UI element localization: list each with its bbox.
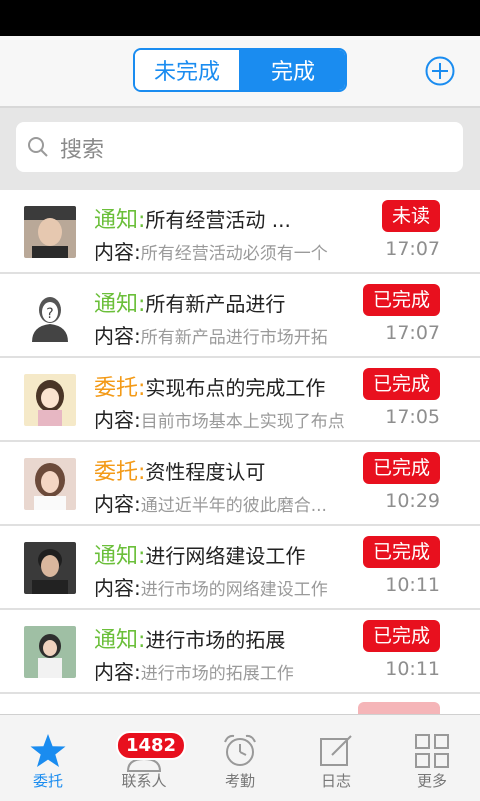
- content-label: 内容:: [94, 492, 141, 516]
- avatar: ?: [24, 290, 76, 342]
- avatar: [24, 374, 76, 426]
- header-bar: 未完成 完成: [0, 36, 480, 108]
- message-list: 通知:所有经营活动 ... 内容:所有经营活动必须有一个 未读 17:07 ? …: [0, 190, 480, 714]
- alarm-clock-icon: [224, 734, 256, 766]
- item-title: 实现布点的完成工作: [145, 376, 326, 400]
- search-input[interactable]: 搜索: [16, 122, 463, 172]
- list-item[interactable]: 通知:进行网络建设工作 内容:进行市场的网络建设工作 已完成 10:11: [0, 526, 480, 610]
- status-badge: 已完成: [362, 536, 440, 568]
- item-title: 所有经营活动 ...: [145, 208, 291, 232]
- item-kind: 通知:: [94, 208, 146, 233]
- status-bar: [0, 0, 480, 36]
- tab-contacts[interactable]: 1482 联系人: [96, 715, 192, 801]
- add-circle-icon[interactable]: [425, 56, 455, 86]
- avatar: [24, 626, 76, 678]
- item-time: 10:29: [385, 490, 440, 512]
- content-label: 内容:: [94, 660, 141, 684]
- item-content: 进行市场的拓展工作: [140, 664, 294, 684]
- search-area: 搜索: [0, 108, 480, 190]
- status-badge: 已完成: [362, 620, 440, 652]
- contacts-count-badge: 1482: [115, 731, 187, 760]
- tab-label: 日志: [320, 772, 351, 790]
- list-item[interactable]: 通知:进行市场的拓展 内容:进行市场的拓展工作 已完成 10:11: [0, 610, 480, 694]
- star-icon: [30, 734, 66, 767]
- content-label: 内容:: [94, 240, 141, 264]
- item-title: 所有新产品进行: [145, 292, 286, 316]
- bottom-tab-bar: 委托 1482 联系人 考勤 日志 更多: [0, 714, 480, 801]
- item-content: 目前市场基本上实现了布点: [140, 412, 345, 432]
- edit-icon: [320, 735, 352, 766]
- list-item[interactable]: 通知:所有经营活动 ... 内容:所有经营活动必须有一个 未读 17:07: [0, 190, 480, 274]
- tab-more[interactable]: 更多: [384, 715, 480, 801]
- status-segmented-control: 未完成 完成: [133, 48, 347, 92]
- tab-incomplete[interactable]: 未完成: [135, 50, 241, 90]
- item-title: 进行网络建设工作: [145, 544, 306, 568]
- item-content: 进行市场的网络建设工作: [140, 580, 328, 600]
- content-label: 内容:: [94, 324, 141, 348]
- search-placeholder: 搜索: [60, 138, 105, 163]
- default-person-icon: ?: [24, 290, 76, 342]
- avatar: [24, 542, 76, 594]
- item-kind: 通知:: [94, 628, 146, 653]
- tab-label: 考勤: [224, 772, 255, 790]
- item-title: 资性程度认可: [145, 460, 266, 484]
- item-time: 17:05: [385, 406, 440, 428]
- avatar: [24, 206, 76, 258]
- tab-label: 更多: [416, 772, 447, 790]
- item-title: 进行市场的拓展: [145, 628, 286, 652]
- item-kind: 通知:: [94, 292, 146, 317]
- search-icon: [28, 137, 48, 157]
- item-time: 17:07: [385, 238, 440, 260]
- item-time: 10:11: [385, 658, 440, 680]
- list-item[interactable]: 委托:实现布点的完成工作 内容:目前市场基本上实现了布点 已完成 17:05: [0, 358, 480, 442]
- grid-icon: [415, 734, 449, 768]
- content-label: 内容:: [94, 408, 141, 432]
- svg-text:?: ?: [46, 306, 53, 322]
- item-content: 所有经营活动必须有一个: [140, 244, 328, 264]
- tab-attendance[interactable]: 考勤: [192, 715, 288, 801]
- list-item[interactable]: ? 通知:所有新产品进行 内容:所有新产品进行市场开拓 已完成 17:07: [0, 274, 480, 358]
- item-time: 10:11: [385, 574, 440, 596]
- status-badge: 已完成: [362, 452, 440, 484]
- tab-complete[interactable]: 完成: [241, 50, 345, 90]
- tab-label: 委托: [32, 772, 63, 790]
- status-badge: 未读: [381, 200, 440, 232]
- content-label: 内容:: [94, 576, 141, 600]
- list-item[interactable]: 委托:资性程度认可 内容:通过近半年的彼此磨合... 已完成 10:29: [0, 442, 480, 526]
- item-kind: 通知:: [94, 544, 146, 569]
- item-kind: 委托:: [94, 460, 146, 485]
- avatar: [24, 458, 76, 510]
- status-badge: [358, 702, 440, 714]
- item-kind: 委托:: [94, 376, 146, 401]
- item-time: 17:07: [385, 322, 440, 344]
- tab-log[interactable]: 日志: [288, 715, 384, 801]
- list-item[interactable]: [0, 694, 480, 714]
- tab-delegation[interactable]: 委托: [0, 715, 96, 801]
- item-content: 通过近半年的彼此磨合...: [140, 496, 327, 516]
- item-content: 所有新产品进行市场开拓: [140, 328, 328, 348]
- status-badge: 已完成: [362, 284, 440, 316]
- status-badge: 已完成: [362, 368, 440, 400]
